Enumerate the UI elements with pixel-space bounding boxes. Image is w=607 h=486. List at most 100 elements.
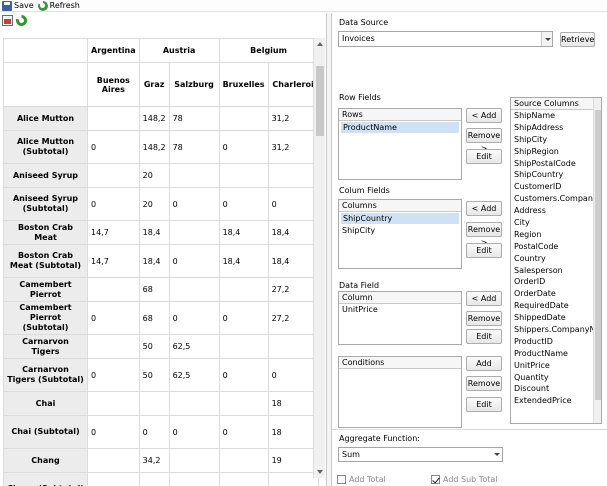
list-item[interactable]: ShipName	[511, 110, 601, 122]
table-cell[interactable]: 34,2	[138, 448, 170, 473]
conditions-add-button[interactable]: Add	[466, 356, 502, 371]
data-edit-button[interactable]: Edit	[466, 329, 502, 344]
row-header[interactable]: Aniseed Syrup	[3, 163, 88, 188]
table-cell[interactable]	[218, 163, 269, 188]
table-cell[interactable]: 50	[138, 358, 170, 392]
row-header[interactable]: Chang (Subtotal)	[3, 472, 88, 486]
table-cell[interactable]	[218, 448, 269, 473]
table-cell[interactable]: 0	[138, 415, 170, 449]
list-item[interactable]: Quantity	[511, 372, 601, 384]
list-item[interactable]: PostalCode	[511, 241, 601, 253]
chevron-down-icon[interactable]	[541, 32, 552, 46]
table-cell[interactable]: 27,2	[267, 277, 319, 302]
list-item[interactable]: Country	[511, 253, 601, 265]
export-icon[interactable]	[2, 15, 13, 26]
table-cell[interactable]: 18	[267, 391, 319, 416]
row-header[interactable]: Chang	[3, 448, 88, 473]
columns-remove-button[interactable]: Remove >	[466, 222, 502, 247]
list-item[interactable]: ProductID	[511, 336, 601, 348]
table-cell[interactable]: 68	[138, 301, 170, 335]
table-cell[interactable]: 62,5	[168, 358, 220, 392]
row-header[interactable]: Aniseed Syrup (Subtotal)	[3, 187, 88, 221]
add-total-box[interactable]	[337, 475, 346, 484]
table-cell[interactable]: 14,7	[87, 220, 140, 245]
data-source-select[interactable]: Invoices	[338, 31, 553, 47]
rows-edit-button[interactable]: Edit	[466, 149, 502, 164]
country-header[interactable]: Argentina	[87, 38, 140, 63]
table-cell[interactable]	[267, 163, 319, 188]
list-item[interactable]: OrderDate	[511, 288, 601, 300]
rows-add-button[interactable]: < Add	[466, 108, 502, 123]
table-cell[interactable]	[87, 277, 140, 302]
list-item[interactable]: Address	[511, 205, 601, 217]
table-cell[interactable]: 78	[168, 130, 220, 164]
table-cell[interactable]: 0	[218, 472, 269, 486]
retrieve-button[interactable]: Retrieve	[560, 32, 595, 47]
save-button[interactable]: Save	[0, 0, 36, 12]
table-cell[interactable]	[168, 391, 220, 416]
table-cell[interactable]	[87, 334, 140, 359]
table-cell[interactable]	[87, 391, 140, 416]
list-item[interactable]: Region	[511, 229, 601, 241]
list-item[interactable]: City	[511, 217, 601, 229]
chevron-down-icon[interactable]	[494, 453, 500, 456]
table-cell[interactable]: 0	[218, 187, 269, 221]
row-header[interactable]: Boston Crab Meat	[3, 220, 88, 245]
table-cell[interactable]: 0	[87, 415, 140, 449]
table-cell[interactable]: 31,2	[267, 106, 319, 131]
table-cell[interactable]	[168, 220, 220, 245]
table-cell[interactable]: 19	[267, 472, 319, 486]
table-cell[interactable]: 0	[168, 244, 220, 278]
row-header[interactable]: Carnarvon Tigers (Subtotal)	[3, 358, 88, 392]
list-item[interactable]: ShipCity	[339, 225, 461, 236]
city-header[interactable]: Salzburg	[168, 62, 220, 107]
row-header[interactable]: Boston Crab Meat (Subtotal)	[3, 244, 88, 278]
rows-listbox[interactable]: Rows ProductName	[338, 108, 462, 180]
city-header[interactable]: Charleroi	[267, 62, 319, 107]
table-cell[interactable]: 0	[87, 187, 140, 221]
refresh-button[interactable]: Refresh	[36, 0, 82, 12]
table-cell[interactable]: 0	[168, 415, 220, 449]
table-cell[interactable]: 0	[168, 187, 220, 221]
rows-remove-button[interactable]: Remove >	[466, 128, 502, 153]
table-cell[interactable]	[267, 334, 319, 359]
table-cell[interactable]: 50	[138, 334, 170, 359]
list-item[interactable]: ProductName	[511, 348, 601, 360]
table-cell[interactable]: 0	[267, 358, 319, 392]
source-columns-listbox[interactable]: Source Columns ShipName ShipAddress ShipCi…	[510, 97, 602, 424]
table-cell[interactable]	[87, 448, 140, 473]
table-cell[interactable]: 0	[87, 130, 140, 164]
table-cell[interactable]: 20	[138, 163, 170, 188]
list-item[interactable]: CustomerID	[511, 181, 601, 193]
table-cell[interactable]	[138, 391, 170, 416]
list-item[interactable]: ShipRegion	[511, 146, 601, 158]
list-item[interactable]: Shippers.CompanyName	[511, 324, 601, 336]
table-cell[interactable]: 0	[87, 472, 140, 486]
add-subtotal-checkbox[interactable]: Add Sub Total	[431, 475, 497, 484]
table-cell[interactable]: 78	[168, 106, 220, 131]
list-item[interactable]: Customers.CompanyName	[511, 193, 601, 205]
table-cell[interactable]: 0	[218, 358, 269, 392]
list-item[interactable]: ShipCountry	[511, 169, 601, 181]
add-subtotal-box[interactable]	[431, 475, 440, 484]
conditions-edit-button[interactable]: Edit	[466, 397, 502, 412]
list-item[interactable]: UnitPrice	[511, 360, 601, 372]
table-cell[interactable]	[168, 448, 220, 473]
table-cell[interactable]: 20	[138, 187, 170, 221]
list-item[interactable]: ShipCity	[511, 134, 601, 146]
table-cell[interactable]: 0	[87, 301, 140, 335]
row-header[interactable]: Alice Mutton	[3, 106, 88, 131]
reload-icon[interactable]	[16, 15, 27, 26]
table-cell[interactable]: 0	[168, 301, 220, 335]
table-cell[interactable]: 18,4	[267, 244, 319, 278]
row-header[interactable]: Carnarvon Tigers	[3, 334, 88, 359]
row-header[interactable]: Camembert Pierrot	[3, 277, 88, 302]
table-cell[interactable]	[168, 277, 220, 302]
table-cell[interactable]: 0	[267, 187, 319, 221]
scroll-thumb[interactable]	[316, 66, 324, 136]
add-total-checkbox[interactable]: Add Total	[337, 475, 386, 484]
list-item[interactable]: ShippedDate	[511, 312, 601, 324]
list-item[interactable]: ShipPostalCode	[511, 158, 601, 170]
table-cell[interactable]: 0	[218, 130, 269, 164]
table-cell[interactable]	[87, 106, 140, 131]
